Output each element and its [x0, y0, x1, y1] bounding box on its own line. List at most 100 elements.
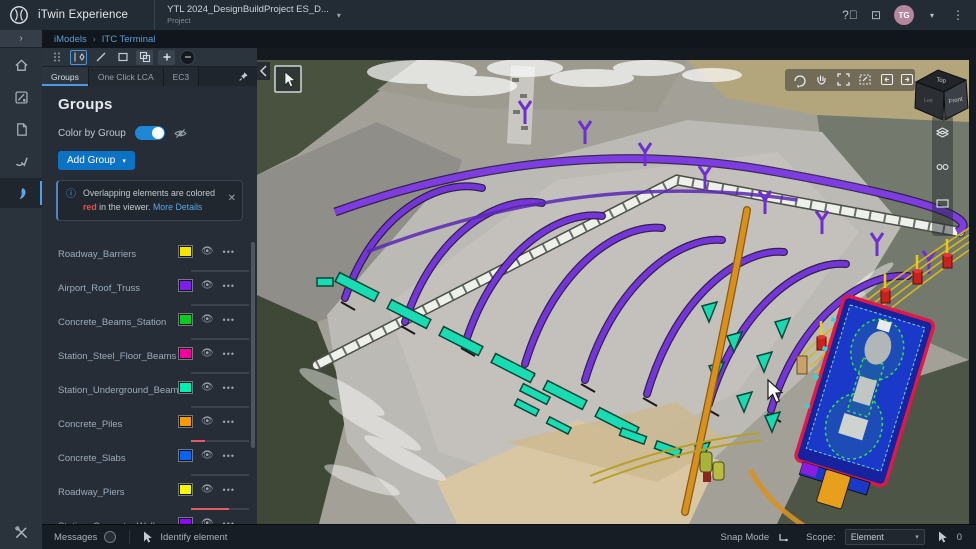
more-options-icon[interactable]: ••• [223, 349, 235, 359]
select-tool-active-button[interactable] [275, 66, 301, 92]
scope-label: Scope: [806, 532, 836, 543]
group-row[interactable]: Station_Steel_Floor_Beams 👁••• [42, 340, 257, 374]
app-title: iTwin Experience [38, 9, 128, 21]
breadcrumb-separator: › [93, 34, 96, 44]
cursor-icon [143, 531, 153, 543]
group-row[interactable]: Station_Concrete_Walls 👁••• [42, 510, 257, 524]
group-elements-tool-button[interactable] [136, 50, 153, 65]
avatar[interactable]: TG [894, 5, 914, 25]
color-swatch[interactable] [179, 416, 192, 427]
color-swatch[interactable] [179, 484, 192, 495]
project-label: Project [167, 17, 329, 25]
color-swatch[interactable] [179, 280, 192, 291]
eye-icon[interactable]: 👁 [201, 417, 214, 427]
active-app-icon [14, 186, 29, 201]
info-icon: ⓘ [66, 190, 76, 200]
chevron-down-icon: ▾ [915, 533, 919, 541]
rail-expand-button[interactable]: › [0, 30, 42, 48]
groups-panel-body: Groups Color by Group Add Group ▾ ⓘ Over… [42, 86, 257, 524]
group-row[interactable]: Concrete_Piles 👁••• [42, 408, 257, 442]
group-list: Roadway_Barriers 👁••• Airport_Roof_Truss… [42, 238, 257, 524]
eye-icon[interactable]: 👁 [201, 281, 214, 291]
eye-icon[interactable]: 👁 [201, 485, 214, 495]
add-tool-button[interactable] [158, 50, 175, 65]
eye-icon[interactable]: 👁 [201, 451, 214, 461]
documents-nav-button[interactable] [0, 114, 42, 144]
select-tool-button[interactable] [70, 50, 87, 65]
alert-text: Overlapping elements are colored red in … [83, 187, 221, 214]
color-swatch[interactable] [179, 314, 192, 325]
paintbrush-check-icon [14, 154, 29, 169]
help-icon[interactable]: ?⃝ [842, 8, 858, 22]
more-options-icon[interactable]: ••• [223, 485, 235, 495]
breadcrumb-current[interactable]: ITC Terminal [102, 34, 156, 45]
group-row[interactable]: Concrete_Slabs 👁••• [42, 442, 257, 476]
more-options-icon[interactable]: ••• [223, 315, 235, 325]
groups-panel: Groups One Click LCA EC3 Groups Color by… [42, 48, 257, 524]
more-options-icon[interactable]: ••• [223, 451, 235, 461]
group-row[interactable]: Concrete_Beams_Station 👁••• [42, 306, 257, 340]
tab-one-click-lca[interactable]: One Click LCA [89, 67, 164, 86]
messages-label[interactable]: Messages [54, 532, 97, 543]
settings-tools-button[interactable] [0, 519, 42, 545]
group-row[interactable]: Roadway_Barriers 👁••• [42, 238, 257, 272]
project-switcher[interactable]: YTL 2024_DesignBuildProject ES_D... Proj… [154, 0, 341, 30]
more-options-icon[interactable]: ••• [223, 417, 235, 427]
color-swatch[interactable] [179, 450, 192, 461]
view-toolbar [785, 69, 915, 91]
snap-mode-label[interactable]: Snap Mode [721, 532, 770, 543]
left-nav-rail: › [0, 30, 42, 549]
carbon-app-nav-button-active[interactable] [0, 178, 42, 208]
breadcrumb-imodels-link[interactable]: iModels [54, 34, 87, 45]
eye-icon[interactable]: 👁 [201, 247, 214, 257]
panel-toolbar [42, 48, 257, 67]
shape-tool-button[interactable] [114, 50, 131, 65]
home-nav-button[interactable] [0, 50, 42, 80]
divider [129, 530, 130, 544]
selection-count: 0 [957, 532, 962, 543]
scrollbar-thumb[interactable] [251, 242, 255, 448]
cursor-icon [938, 531, 948, 543]
color-swatch[interactable] [179, 246, 192, 257]
drag-handle-icon[interactable] [48, 50, 65, 65]
panel-layout-icon[interactable]: ⊡ [868, 8, 884, 22]
map-nav-button[interactable] [0, 82, 42, 112]
messages-badge-icon [104, 531, 116, 543]
itwin-logo-icon [9, 5, 29, 25]
more-options-icon[interactable]: ••• [223, 383, 235, 393]
line-tool-button[interactable] [92, 50, 109, 65]
tab-groups[interactable]: Groups [42, 67, 89, 86]
add-group-button[interactable]: Add Group ▾ [58, 151, 135, 170]
document-icon [14, 122, 29, 137]
remove-tool-button[interactable] [180, 50, 195, 65]
scope-select[interactable]: Element ▾ [845, 529, 925, 545]
more-details-link[interactable]: More Details [153, 202, 202, 212]
more-options-icon[interactable]: ••• [223, 281, 235, 291]
markup-nav-button[interactable] [0, 146, 42, 176]
status-bar: Messages Identify element Snap Mode Scop… [42, 524, 976, 549]
chevron-down-icon: ▾ [337, 11, 341, 20]
group-row[interactable]: Roadway_Piers 👁••• [42, 476, 257, 510]
group-row[interactable]: Station_Underground_Beams 👁••• [42, 374, 257, 408]
kebab-menu-icon[interactable]: ⋮ [950, 8, 966, 22]
eye-icon[interactable]: 👁 [201, 383, 214, 393]
color-swatch[interactable] [179, 382, 192, 393]
chevron-down-icon[interactable]: ▾ [924, 11, 940, 20]
color-swatch[interactable] [179, 348, 192, 359]
eye-slash-icon[interactable] [174, 128, 187, 139]
color-by-group-toggle[interactable] [135, 126, 165, 140]
identify-element-label: Identify element [160, 532, 227, 543]
page-title: Groups [42, 86, 257, 113]
more-options-icon[interactable]: ••• [223, 247, 235, 257]
snap-mode-icon[interactable] [778, 532, 789, 543]
eye-icon[interactable]: 👁 [201, 349, 214, 359]
panel-tabs: Groups One Click LCA EC3 [42, 67, 257, 86]
close-icon[interactable]: ✕ [228, 193, 236, 204]
pin-panel-button[interactable] [238, 67, 257, 86]
group-row[interactable]: Airport_Roof_Truss 👁••• [42, 272, 257, 306]
viewer-collapse-handle[interactable] [257, 62, 270, 80]
tab-ec3[interactable]: EC3 [164, 67, 200, 86]
eye-icon[interactable]: 👁 [201, 315, 214, 325]
app-header: iTwin Experience YTL 2024_DesignBuildPro… [0, 0, 976, 30]
viewport-3d[interactable]: Top Front Left [257, 60, 969, 524]
